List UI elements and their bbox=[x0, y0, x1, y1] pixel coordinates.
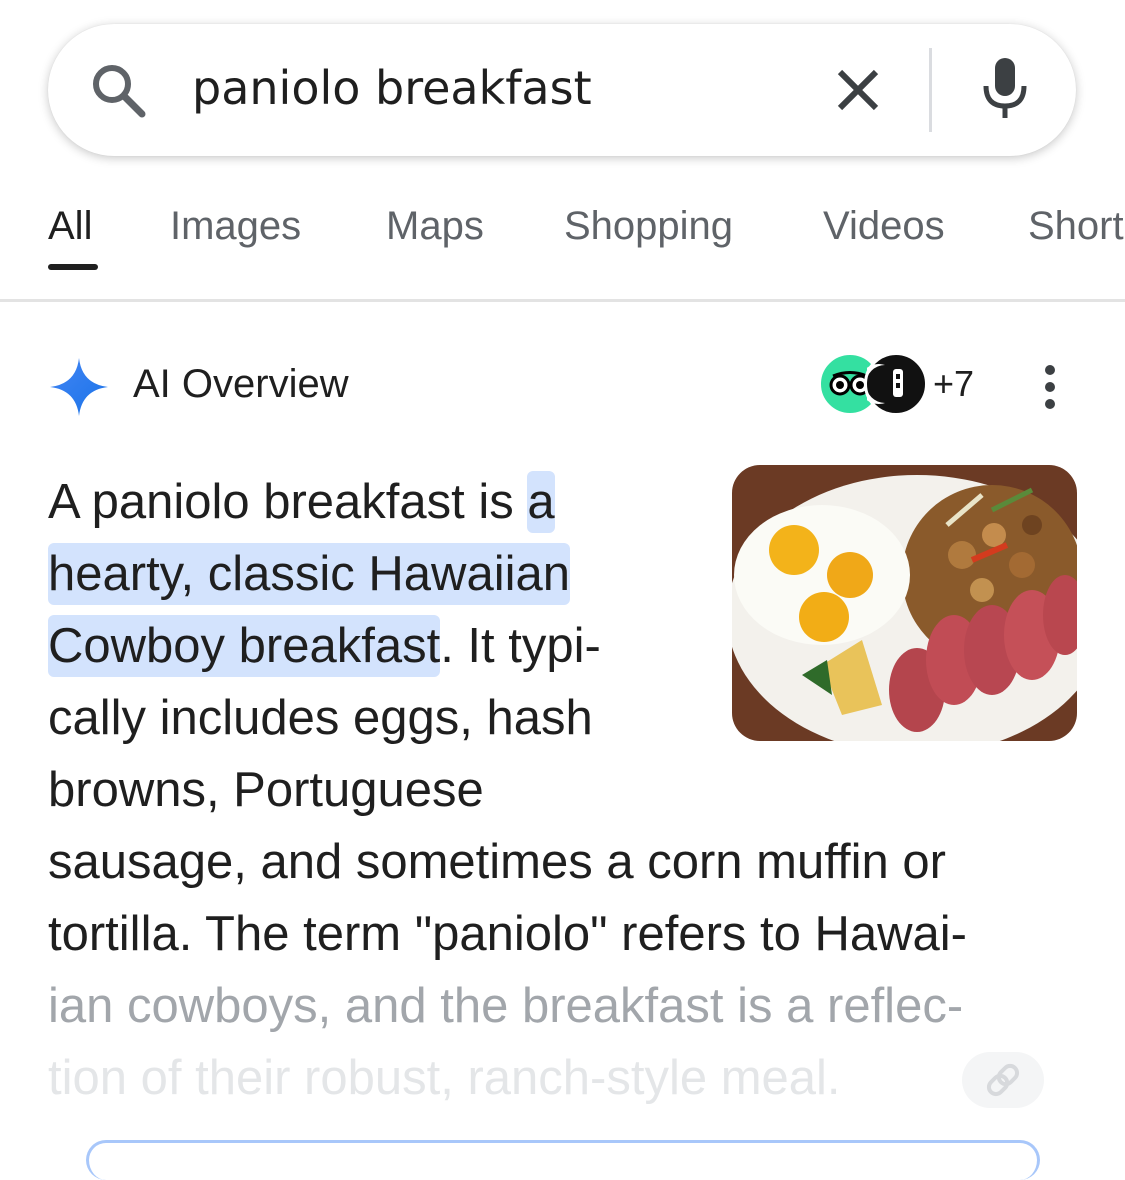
tab-videos[interactable]: Videos bbox=[823, 200, 945, 252]
overview-highlight[interactable]: a bbox=[527, 471, 555, 533]
overview-highlight[interactable]: Cowboy breakfast bbox=[48, 615, 441, 677]
sparkle-icon bbox=[50, 358, 108, 416]
overview-line: tortilla. The term "paniolo" refers to H… bbox=[48, 907, 967, 961]
more-vert-icon[interactable] bbox=[1038, 364, 1062, 410]
active-tab-indicator bbox=[48, 264, 98, 270]
paniolo-breakfast-image[interactable] bbox=[732, 465, 1077, 741]
tab-shopping[interactable]: Shopping bbox=[564, 200, 733, 252]
overview-highlight[interactable]: hearty, classic Hawaiian bbox=[48, 543, 570, 605]
overview-line-faded: tion of their robust, ranch-style meal. bbox=[48, 1051, 841, 1105]
overview-text-span: A paniolo breakfast is bbox=[48, 475, 528, 529]
show-more-button[interactable] bbox=[86, 1140, 1040, 1180]
overview-line-faded: ian cowboys, and the breakfast is a refl… bbox=[48, 979, 964, 1033]
search-input[interactable]: paniolo breakfast bbox=[192, 58, 592, 118]
tab-images[interactable]: Images bbox=[170, 200, 301, 252]
tab-maps[interactable]: Maps bbox=[386, 200, 484, 252]
overview-text-span: . It typi- bbox=[440, 619, 601, 673]
tabs-divider bbox=[0, 299, 1125, 302]
tab-short[interactable]: Short bbox=[1028, 200, 1124, 252]
search-icon[interactable] bbox=[88, 60, 148, 120]
mic-icon[interactable] bbox=[978, 56, 1032, 122]
sources-more-count[interactable]: +7 bbox=[933, 362, 974, 406]
overview-line: Cowboy breakfast. It typi- bbox=[48, 610, 601, 682]
overview-line: hearty, classic Hawaiian bbox=[48, 538, 570, 610]
search-tabs: All Images Maps Shopping Videos Short bbox=[0, 190, 1125, 300]
overview-line: A paniolo breakfast is a bbox=[48, 466, 555, 538]
tab-all[interactable]: All bbox=[48, 200, 92, 252]
ai-overview-title: AI Overview bbox=[133, 362, 349, 406]
overview-line: browns, Portuguese bbox=[48, 763, 484, 817]
link-chip[interactable] bbox=[962, 1052, 1044, 1108]
overview-line: sausage, and sometimes a corn muffin or bbox=[48, 835, 946, 889]
search-divider bbox=[929, 48, 932, 132]
source-site-icon[interactable] bbox=[864, 352, 928, 416]
overview-line: cally includes eggs, hash bbox=[48, 691, 593, 745]
clear-icon[interactable] bbox=[830, 62, 886, 118]
